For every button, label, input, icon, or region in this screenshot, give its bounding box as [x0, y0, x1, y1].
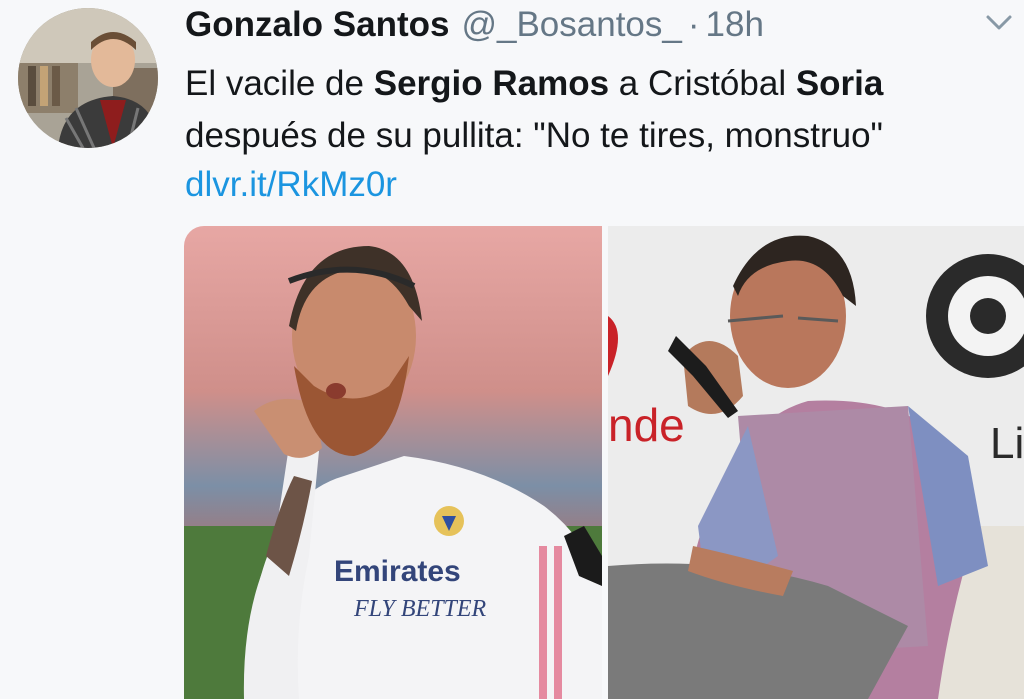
author-name[interactable]: Gonzalo Santos — [185, 5, 449, 45]
logo-fragment-text: Li — [990, 419, 1024, 468]
photo-left-image: Emirates FLY BETTER — [184, 226, 602, 699]
banner-fragment-text: nde — [608, 399, 685, 451]
tweet-text-bold: Soria — [795, 64, 884, 103]
chevron-down-icon[interactable] — [984, 12, 1014, 34]
tweet-text-part: a Cristóbal — [609, 64, 796, 103]
tweet-header: Gonzalo Santos @_Bosantos_ · 18h — [185, 2, 764, 48]
tweet-text-part: después de su pullita: "No te tires, mon… — [185, 116, 883, 155]
tweet[interactable]: Gonzalo Santos @_Bosantos_ · 18h El vaci… — [0, 0, 1024, 699]
jersey-slogan-text: FLY BETTER — [353, 596, 487, 622]
tweet-timestamp[interactable]: 18h — [706, 5, 764, 45]
photo-cristobal-soria[interactable]: nde Li — [608, 226, 1024, 699]
jersey-sponsor-text: Emirates — [334, 555, 461, 588]
avatar-image — [18, 8, 158, 148]
separator-dot: · — [687, 5, 700, 44]
photo-right-image: nde Li — [608, 226, 1024, 699]
tweet-text-bold: Sergio Ramos — [373, 64, 610, 103]
avatar[interactable] — [18, 8, 158, 148]
photo-sergio-ramos[interactable]: Emirates FLY BETTER — [184, 226, 602, 699]
author-handle[interactable]: @_Bosantos_ — [461, 5, 681, 45]
tweet-media[interactable]: Emirates FLY BETTER nde Li — [184, 226, 1024, 699]
tweet-text-part: El vacile de — [185, 64, 374, 103]
tweet-text: El vacile de Sergio Ramos a Cristóbal So… — [185, 58, 1015, 162]
tweet-link[interactable]: dlvr.it/RkMz0r — [185, 165, 397, 205]
